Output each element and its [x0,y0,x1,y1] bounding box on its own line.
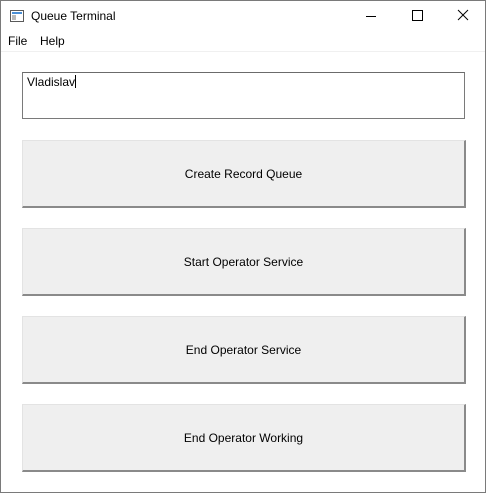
close-button[interactable] [440,1,486,32]
end-operator-working-button[interactable]: End Operator Working [22,404,466,472]
window-app-icon [10,10,24,22]
menu-file[interactable]: File [8,34,27,49]
minimize-icon [366,16,376,17]
create-record-queue-label: Create Record Queue [184,166,303,181]
close-icon [457,9,469,21]
name-input[interactable]: Vladislav [22,72,465,119]
create-record-queue-button[interactable]: Create Record Queue [22,140,466,208]
maximize-button[interactable] [394,1,440,32]
end-operator-service-button[interactable]: End Operator Service [22,316,466,384]
menu-bar: File Help [1,32,485,52]
window-title: Queue Terminal [31,9,116,23]
title-bar[interactable]: Queue Terminal [1,1,485,32]
text-caret [75,75,77,88]
name-input-value: Vladislav [27,75,76,89]
end-operator-service-label: End Operator Service [185,342,302,357]
start-operator-service-label: Start Operator Service [183,254,304,269]
maximize-icon [412,10,423,21]
end-operator-working-label: End Operator Working [183,430,304,445]
minimize-button[interactable] [348,1,394,32]
main-window: Queue Terminal File Help Vladislav Creat… [0,0,486,493]
start-operator-service-button[interactable]: Start Operator Service [22,228,466,296]
menu-help[interactable]: Help [40,34,65,49]
